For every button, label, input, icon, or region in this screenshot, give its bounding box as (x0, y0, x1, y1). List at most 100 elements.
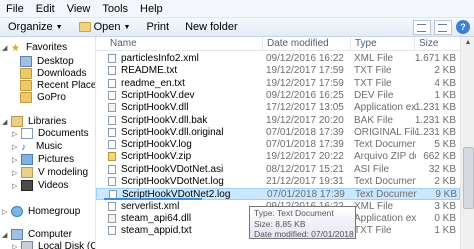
new-folder-label: New folder (185, 21, 238, 33)
file-type: ORIGINAL File (354, 126, 416, 138)
nav-v-modeling[interactable]: ▷ V modeling (12, 166, 88, 179)
expand-icon[interactable]: ▷ (12, 169, 19, 177)
print-label: Print (146, 21, 170, 33)
downloads-icon (20, 68, 32, 79)
change-view-icon[interactable] (413, 19, 431, 35)
nav-documents[interactable]: ▷ Documents (12, 127, 89, 140)
vertical-scrollbar[interactable]: ▲ (460, 37, 474, 249)
expand-icon[interactable]: ▷ (12, 130, 19, 138)
column-name[interactable]: Name (96, 37, 262, 50)
file-row[interactable]: particlesInfo2.xml 09/12/2016 16:22 XML Fi… (96, 53, 460, 65)
file-name: ScriptHookV.log (121, 139, 192, 151)
column-date-modified[interactable]: Date modified (262, 37, 350, 50)
chevron-down-icon: ▼ (55, 23, 63, 31)
scrollbar-thumb[interactable] (463, 147, 474, 209)
open-button[interactable]: Open ▼ (71, 18, 139, 36)
file-size: 662 KB (423, 151, 456, 163)
file-type: Application extens... (354, 212, 416, 224)
chevron-down-icon: ▼ (123, 23, 131, 31)
preview-pane-icon[interactable] (434, 19, 452, 35)
nav-local-disk[interactable]: ▷ Local Disk (C:) (12, 240, 95, 249)
column-size[interactable]: Size (414, 37, 460, 50)
file-type: Text Document (354, 139, 416, 151)
nav-label: Recent Places (37, 80, 96, 91)
expand-icon[interactable]: ◢ (2, 231, 9, 239)
menu-view[interactable]: View (61, 3, 97, 15)
expand-icon[interactable]: ◢ (2, 44, 9, 52)
scroll-up-icon[interactable]: ▲ (461, 37, 474, 49)
file-date-modified: 07/01/2018 17:39 (267, 189, 345, 201)
nav-label: Music (36, 141, 63, 152)
nav-pictures[interactable]: ▷ Pictures (12, 153, 74, 166)
disk-icon (21, 241, 33, 249)
expand-icon[interactable]: ◢ (2, 118, 9, 126)
nav-label: Videos (38, 180, 69, 191)
file-name: ScriptHookV.dev (121, 89, 195, 101)
file-row[interactable]: ScriptHookV.dll 17/12/2017 13:05 Applicati… (96, 102, 460, 114)
file-row[interactable]: ScriptHookV.dll.bak 19/12/2017 20:20 BAK F… (96, 115, 460, 127)
file-name: particlesInfo2.xml (121, 53, 199, 64)
nav-label: Downloads (37, 68, 87, 79)
nav-label: V modeling (38, 167, 89, 178)
expand-icon[interactable]: ▷ (12, 156, 19, 164)
file-row[interactable]: ScriptHookVDotNet.asi 08/12/2017 15:21 ASI… (96, 164, 460, 176)
file-name: readme_en.txt (121, 77, 185, 89)
pictures-icon (21, 154, 33, 165)
file-type: XML File (354, 200, 394, 212)
new-folder-button[interactable]: New folder (177, 18, 246, 36)
file-name: README.txt (121, 65, 178, 77)
file-row[interactable]: ScriptHookVDotNet.log 21/12/2017 19:31 Tex… (96, 176, 460, 188)
file-row[interactable]: ScriptHookV.dev 09/12/2016 16:25 DEV File 1… (96, 90, 460, 102)
file-type: DEV File (354, 89, 394, 101)
menu-edit[interactable]: Edit (30, 3, 61, 15)
computer-icon (11, 229, 23, 240)
file-size: 1 KB (434, 225, 456, 237)
file-type: Arquivo ZIP do Win... (354, 151, 416, 163)
file-size: 1.231 KB (414, 102, 456, 114)
file-type: TXT File (354, 65, 392, 77)
print-button[interactable]: Print (138, 18, 177, 36)
file-row[interactable]: readme_en.txt 19/12/2017 17:59 TXT File 4 K… (96, 78, 460, 90)
file-size: 2 KB (434, 176, 456, 187)
expand-icon[interactable]: ▷ (12, 182, 19, 190)
music-icon: ♪ (21, 142, 26, 153)
file-row[interactable]: ScriptHookV.dll.original 07/01/2018 17:39… (96, 127, 460, 139)
desktop-icon (20, 56, 32, 67)
nav-videos[interactable]: ▷ Videos (12, 179, 68, 192)
file-date-modified: 07/01/2018 17:39 (266, 139, 344, 151)
expand-icon[interactable]: ▷ (12, 143, 19, 151)
file-name: ScriptHookV.zip (121, 151, 192, 163)
help-icon[interactable]: ? (456, 20, 470, 34)
file-size: 1 KB (434, 89, 456, 101)
organize-button[interactable]: Organize ▼ (0, 18, 71, 36)
open-icon (78, 22, 91, 32)
column-type[interactable]: Type (350, 37, 414, 50)
nav-favorites[interactable]: ◢ ★ Favorites (2, 41, 67, 54)
nav-homegroup[interactable]: ▷ Homegroup (2, 205, 80, 218)
file-name: ScriptHookV.dll (121, 102, 189, 114)
dll-file-icon (108, 213, 116, 223)
menu-help[interactable]: Help (134, 3, 169, 15)
file-row[interactable]: ScriptHookV.log 07/01/2018 17:39 Text Docu… (96, 139, 460, 151)
recent-places-icon (20, 80, 32, 91)
file-row[interactable]: README.txt 19/12/2017 17:59 TXT File 2 KB (96, 65, 460, 77)
expand-icon[interactable]: ▷ (12, 243, 19, 249)
file-type: Application extens... (354, 102, 416, 114)
navigation-pane: ◢ ★ Favorites Desktop Downloads Recent P… (0, 37, 96, 249)
file-date-modified: 07/01/2018 17:39 (266, 126, 344, 138)
menu-file[interactable]: File (0, 3, 30, 15)
library-icon (21, 167, 33, 178)
menu-tools[interactable]: Tools (96, 3, 134, 15)
file-name: ScriptHookV.dll.bak (121, 114, 208, 126)
tooltip-modified: Date modified: 07/01/2018 17:39 (254, 229, 355, 239)
nav-gopro[interactable]: GoPro (20, 91, 66, 104)
file-date-modified: 19/12/2017 17:59 (266, 65, 344, 77)
nav-label: Favorites (26, 42, 68, 53)
file-type: TXT File (354, 225, 392, 237)
file-size: 32 KB (428, 163, 456, 175)
file-row[interactable]: ScriptHookV.zip 19/12/2017 20:22 Arquivo Z… (96, 151, 460, 163)
nav-music[interactable]: ▷ ♪ Music (12, 140, 62, 153)
nav-label: Pictures (38, 154, 75, 165)
expand-icon[interactable]: ▷ (2, 208, 9, 216)
file-date-modified: 09/12/2016 16:22 (266, 53, 344, 64)
